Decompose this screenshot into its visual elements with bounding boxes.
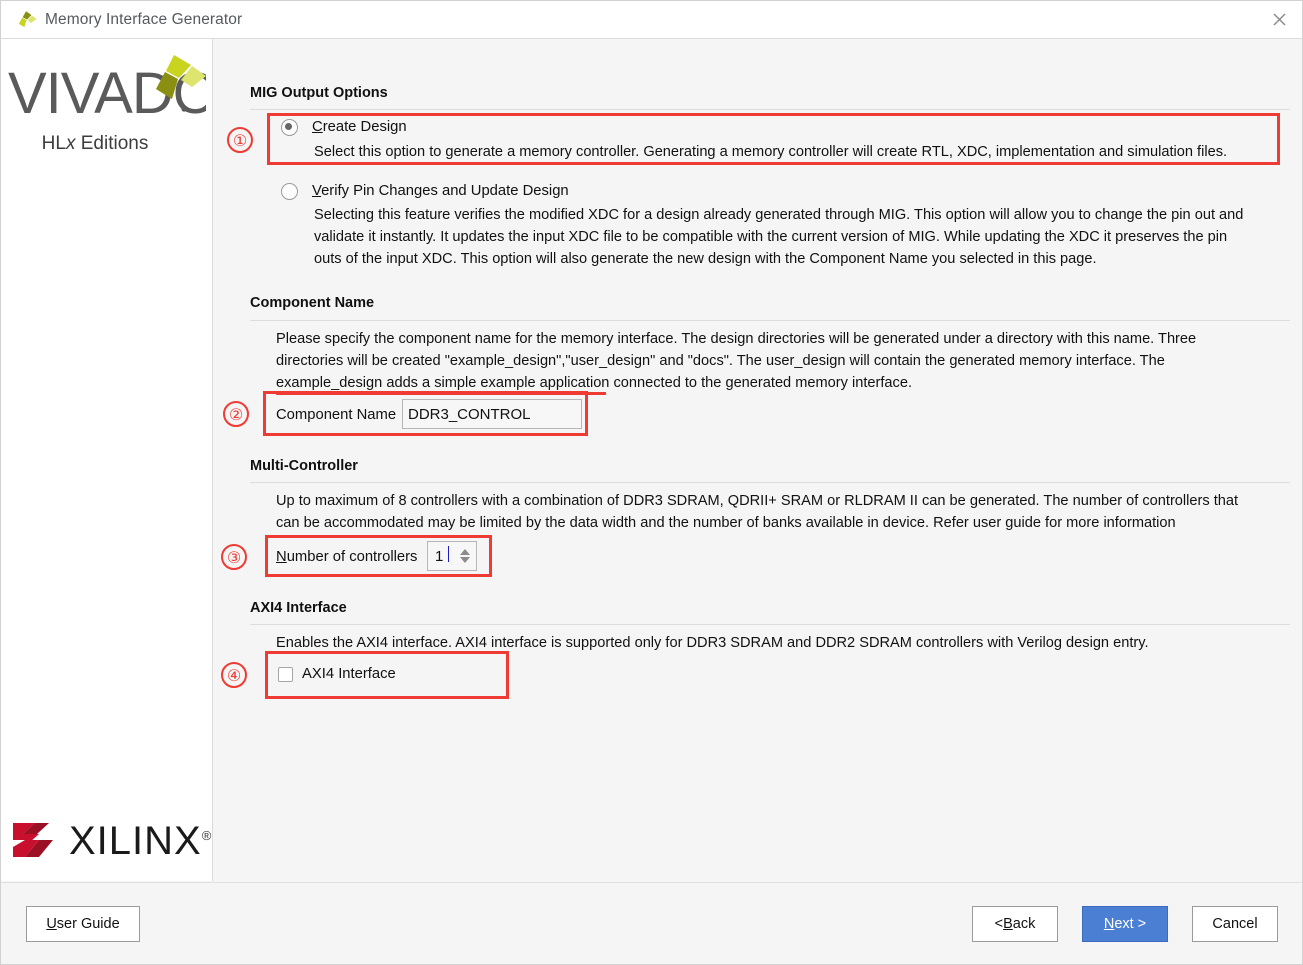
- radio-label-create-design[interactable]: Create Design: [312, 119, 407, 135]
- close-icon: [1272, 13, 1286, 26]
- section-heading-mig-output: MIG Output Options: [250, 85, 388, 101]
- user-guide-button[interactable]: User Guide: [26, 906, 140, 942]
- text-caret: [448, 546, 449, 562]
- vivado-edition-label: HLx Editions: [41, 133, 149, 154]
- stepper-buttons[interactable]: [457, 542, 476, 570]
- stepper-up-icon[interactable]: [460, 549, 470, 555]
- vivado-wordmark-icon: VIVADO: [8, 55, 206, 126]
- radio-verify-pin-changes[interactable]: [281, 183, 298, 200]
- xilinx-logo: XILINX®: [9, 817, 212, 865]
- axi4-interface-checkbox[interactable]: [278, 667, 293, 682]
- vivado-logo: VIVADO HLx Editions: [6, 51, 206, 155]
- window-title: Memory Interface Generator: [45, 10, 243, 28]
- vivado-pinwheel-icon: [18, 10, 37, 27]
- number-of-controllers-label: Number of controllers: [276, 549, 418, 565]
- annotation-marker-1: ①: [227, 127, 253, 153]
- stepper-down-icon[interactable]: [460, 557, 470, 563]
- mig-dialog-window: Memory Interface Generator VIVADO HLx Ed…: [0, 0, 1303, 965]
- radio-description-line-2: validate it instantly. It updates the in…: [314, 229, 1228, 245]
- radio-create-design[interactable]: [281, 119, 298, 136]
- xilinx-mark-icon: [13, 823, 53, 857]
- section-rule-mig-output: [250, 109, 1290, 110]
- close-button[interactable]: [1256, 1, 1302, 38]
- branding-panel: VIVADO HLx Editions XILINX®: [1, 39, 213, 881]
- radio-description-create-design: Select this option to generate a memory …: [314, 144, 1228, 160]
- section-rule-component-name: [250, 320, 1290, 321]
- multi-controller-description-line-1: Up to maximum of 8 controllers with a co…: [276, 493, 1239, 509]
- section-heading-multi-controller: Multi-Controller: [250, 458, 358, 474]
- axi4-interface-checkbox-label[interactable]: AXI4 Interface: [302, 666, 396, 682]
- cancel-button[interactable]: Cancel: [1192, 906, 1278, 942]
- annotation-underline-example-design: [276, 392, 606, 395]
- footer-bar: User Guide < Back Next > Cancel: [1, 882, 1302, 964]
- back-button[interactable]: < Back: [972, 906, 1058, 942]
- next-button[interactable]: Next >: [1082, 906, 1168, 942]
- annotation-marker-2: ②: [223, 401, 249, 427]
- multi-controller-description-line-2: can be accommodated may be limited by th…: [276, 515, 1176, 531]
- section-rule-multi-controller: [250, 482, 1290, 483]
- radio-label-verify-pin-changes[interactable]: Verify Pin Changes and Update Design: [312, 183, 569, 199]
- component-name-input-value: DDR3_CONTROL: [408, 405, 531, 423]
- component-name-field-label: Component Name: [276, 407, 397, 423]
- component-name-input[interactable]: DDR3_CONTROL: [402, 399, 582, 429]
- section-heading-component-name: Component Name: [250, 295, 375, 311]
- annotation-marker-3: ③: [221, 544, 247, 570]
- radio-description-line-1: Selecting this feature verifies the modi…: [314, 207, 1244, 223]
- number-of-controllers-stepper[interactable]: 1: [427, 541, 477, 571]
- stepper-value-field[interactable]: 1: [428, 542, 457, 570]
- xilinx-wordmark: XILINX®: [69, 818, 213, 863]
- annotation-marker-4: ④: [221, 662, 247, 688]
- section-rule-axi4: [250, 624, 1290, 625]
- title-bar: Memory Interface Generator: [1, 1, 1302, 39]
- main-content: MIG Output Options Create Design Select …: [214, 39, 1302, 881]
- radio-description-line-3: outs of the input XDC. This option will …: [314, 251, 1097, 267]
- component-name-description-line-2: directories will be created "example_des…: [276, 353, 1165, 369]
- section-heading-axi4: AXI4 Interface: [250, 600, 347, 616]
- component-name-description-line-1: Please specify the component name for th…: [276, 331, 1197, 347]
- axi4-description: Enables the AXI4 interface. AXI4 interfa…: [276, 635, 1149, 651]
- stepper-value: 1: [435, 547, 444, 565]
